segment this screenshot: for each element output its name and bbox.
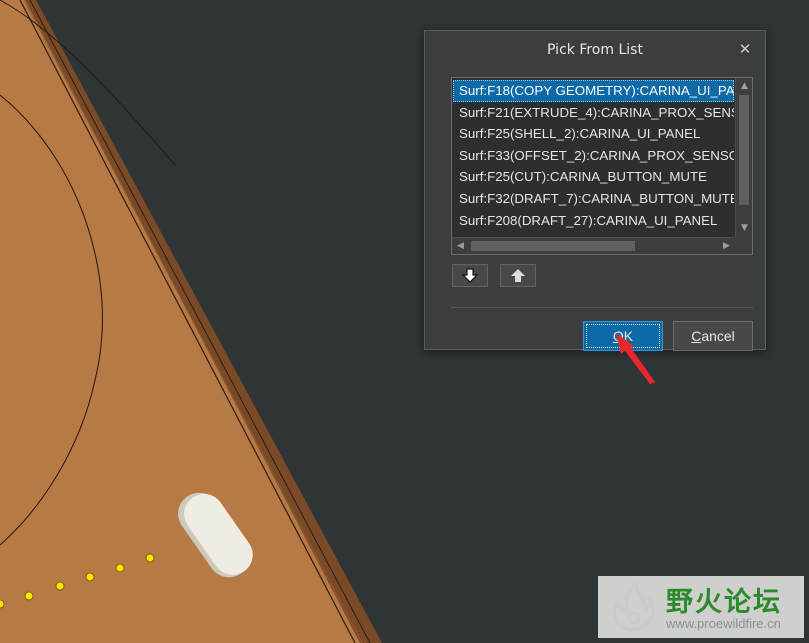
scroll-corner: [735, 237, 752, 254]
cancel-mnemonic: C: [691, 328, 702, 344]
arrow-down-icon: [461, 268, 479, 283]
vertical-scroll-thumb[interactable]: [739, 95, 749, 205]
part-top-face: [0, 0, 360, 643]
horizontal-scroll-thumb[interactable]: [471, 241, 635, 251]
scroll-right-icon[interactable]: ▶: [718, 238, 735, 254]
list-item[interactable]: Surf:F33(OFFSET_2):CARINA_PROX_SENSOR: [453, 145, 734, 167]
watermark-title: 野火论坛: [666, 587, 782, 618]
list-item[interactable]: Surf:F208(DRAFT_27):CARINA_UI_PANEL: [453, 210, 734, 232]
move-up-button[interactable]: [500, 264, 536, 287]
pick-from-list-dialog: Pick From List ✕ Surf:F18(COPY GEOMETRY)…: [424, 30, 766, 351]
vertical-scrollbar[interactable]: ▲ ▼: [735, 78, 752, 237]
ok-mnemonic: O: [612, 328, 624, 344]
surface-listbox[interactable]: Surf:F18(COPY GEOMETRY):CARINA_UI_PANEL S…: [451, 77, 753, 255]
close-icon[interactable]: ✕: [735, 39, 755, 59]
ok-button[interactable]: OK: [583, 321, 663, 351]
list-items: Surf:F18(COPY GEOMETRY):CARINA_UI_PANEL S…: [453, 80, 734, 236]
move-down-button[interactable]: [452, 264, 488, 287]
ok-label-rest: K: [623, 328, 634, 344]
list-item[interactable]: Surf:F18(COPY GEOMETRY):CARINA_UI_PANEL: [453, 80, 734, 102]
cancel-label-rest: ancel: [701, 328, 735, 344]
list-item[interactable]: Surf:F25(SHELL_2):CARINA_UI_PANEL: [453, 123, 734, 145]
dialog-separator: [451, 307, 753, 308]
scroll-left-icon[interactable]: ◀: [452, 238, 469, 254]
list-item[interactable]: Surf:F32(DRAFT_7):CARINA_BUTTON_MUTE: [453, 188, 734, 210]
forum-watermark: 野火论坛 www.proewildfire.cn: [598, 576, 804, 638]
dialog-title: Pick From List: [547, 42, 643, 58]
watermark-url: www.proewildfire.cn: [666, 616, 781, 631]
cancel-button[interactable]: Cancel: [673, 321, 753, 351]
arrow-up-icon: [511, 269, 525, 282]
scroll-up-icon[interactable]: ▲: [736, 78, 752, 95]
scroll-down-icon[interactable]: ▼: [736, 220, 752, 237]
list-item[interactable]: Surf:F25(CUT):CARINA_BUTTON_MUTE: [453, 166, 734, 188]
horizontal-scrollbar[interactable]: ◀ ▶: [452, 237, 735, 254]
list-item[interactable]: Surf:F21(EXTRUDE_4):CARINA_PROX_SENSOR: [453, 102, 734, 124]
flame-logo-icon: [613, 581, 655, 632]
